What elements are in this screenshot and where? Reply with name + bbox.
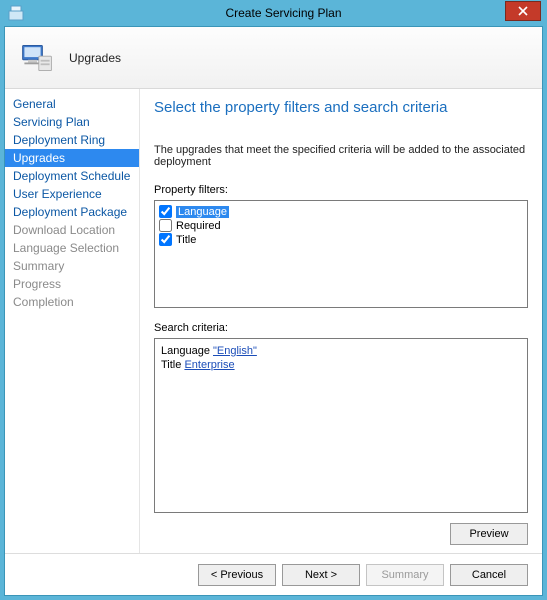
preview-button[interactable]: Preview (450, 523, 528, 545)
criteria-row: Language "English" (161, 345, 521, 357)
preview-row: Preview (154, 523, 528, 545)
intro-text: The upgrades that meet the specified cri… (154, 144, 528, 168)
filter-checkbox-title[interactable] (159, 233, 172, 246)
nav-item-completion: Completion (5, 293, 139, 311)
nav-item-summary: Summary (5, 257, 139, 275)
nav-item-general[interactable]: General (5, 95, 139, 113)
main-title: Select the property filters and search c… (154, 99, 528, 116)
summary-button[interactable]: Summary (366, 564, 444, 586)
criteria-link[interactable]: Enterprise (184, 359, 234, 371)
nav-item-deployment-ring[interactable]: Deployment Ring (5, 131, 139, 149)
filter-label: Language (176, 206, 229, 218)
cancel-button[interactable]: Cancel (450, 564, 528, 586)
nav-item-deployment-package[interactable]: Deployment Package (5, 203, 139, 221)
titlebar: Create Servicing Plan (4, 0, 543, 26)
filter-row-language[interactable]: Language (159, 205, 523, 219)
filter-checkbox-language[interactable] (159, 205, 172, 218)
header-banner: Upgrades (5, 27, 542, 89)
filter-row-required[interactable]: Required (159, 219, 523, 233)
criteria-link[interactable]: "English" (213, 345, 257, 357)
search-criteria-label: Search criteria: (154, 322, 528, 334)
property-filters-box: Language Required Title (154, 200, 528, 308)
client-area: Upgrades GeneralServicing PlanDeployment… (4, 26, 543, 596)
criteria-prefix: Title (161, 359, 184, 371)
main-panel: Select the property filters and search c… (140, 89, 542, 553)
wizard-footer: < Previous Next > Summary Cancel (5, 553, 542, 595)
app-icon (8, 5, 24, 21)
nav-item-upgrades[interactable]: Upgrades (5, 149, 139, 167)
filter-row-title[interactable]: Title (159, 233, 523, 247)
criteria-row: Title Enterprise (161, 359, 521, 371)
computer-icon (19, 40, 55, 76)
nav-item-deployment-schedule[interactable]: Deployment Schedule (5, 167, 139, 185)
next-button[interactable]: Next > (282, 564, 360, 586)
close-button[interactable] (505, 1, 541, 21)
property-filters-label: Property filters: (154, 184, 528, 196)
previous-button[interactable]: < Previous (198, 564, 276, 586)
nav-item-user-experience[interactable]: User Experience (5, 185, 139, 203)
criteria-prefix: Language (161, 345, 213, 357)
nav-item-download-location: Download Location (5, 221, 139, 239)
filter-label: Title (176, 234, 196, 246)
page-name: Upgrades (69, 51, 121, 65)
nav-item-progress: Progress (5, 275, 139, 293)
filter-checkbox-required[interactable] (159, 219, 172, 232)
filter-label: Required (176, 220, 221, 232)
nav-item-language-selection: Language Selection (5, 239, 139, 257)
sidebar: GeneralServicing PlanDeployment RingUpgr… (5, 89, 140, 553)
window-title: Create Servicing Plan (24, 6, 543, 20)
nav-item-servicing-plan[interactable]: Servicing Plan (5, 113, 139, 131)
wizard-window: Create Servicing Plan Upgrades GeneralSe… (0, 0, 547, 600)
search-criteria-box: Language "English" Title Enterprise (154, 338, 528, 513)
body-row: GeneralServicing PlanDeployment RingUpgr… (5, 89, 542, 553)
close-icon (518, 6, 528, 16)
